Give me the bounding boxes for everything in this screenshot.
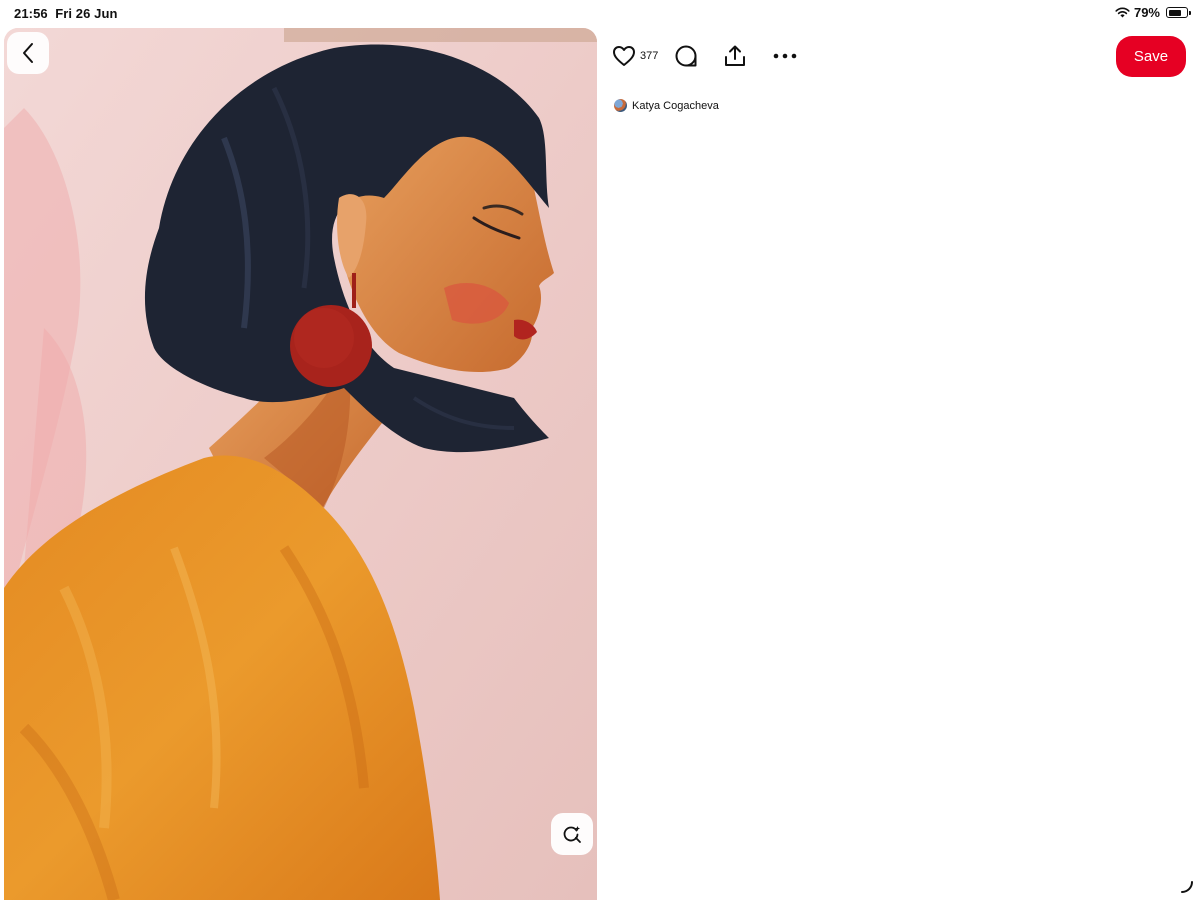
status-bar: 21:56 Fri 26 Jun 79% xyxy=(0,0,1200,28)
wifi-icon xyxy=(1115,7,1130,18)
more-options-button[interactable] xyxy=(773,52,797,60)
battery-fill xyxy=(1168,9,1182,16)
status-date: Fri 26 Jun xyxy=(55,6,118,21)
creator-link[interactable]: Katya Cogacheva xyxy=(614,99,719,112)
like-count: 377 xyxy=(640,50,659,62)
creator-name: Katya Cogacheva xyxy=(632,99,719,112)
share-button[interactable] xyxy=(723,44,747,68)
back-button[interactable] xyxy=(7,32,49,74)
comment-button[interactable] xyxy=(674,44,698,68)
battery-percentage: 79% xyxy=(1133,5,1160,20)
status-clock: 21:56 xyxy=(14,6,48,21)
visual-search-button[interactable] xyxy=(551,813,593,855)
save-button[interactable]: Save xyxy=(1116,36,1186,77)
heart-icon xyxy=(613,46,635,66)
painting-image xyxy=(4,28,597,900)
share-icon xyxy=(725,45,746,66)
comment-icon xyxy=(675,45,697,67)
visual-search-icon xyxy=(563,826,581,843)
loading-spinner-icon xyxy=(1181,881,1193,893)
status-indicators: 79% xyxy=(1115,5,1191,20)
chevron-left-icon xyxy=(23,43,33,63)
avatar xyxy=(614,99,627,112)
battery-icon xyxy=(1166,7,1191,18)
pin-image[interactable] xyxy=(4,28,597,900)
like-button[interactable]: 377 xyxy=(612,45,674,67)
more-icon xyxy=(774,53,797,59)
action-bar: 377 xyxy=(612,40,797,72)
status-time: 21:56 Fri 26 Jun xyxy=(14,6,118,21)
